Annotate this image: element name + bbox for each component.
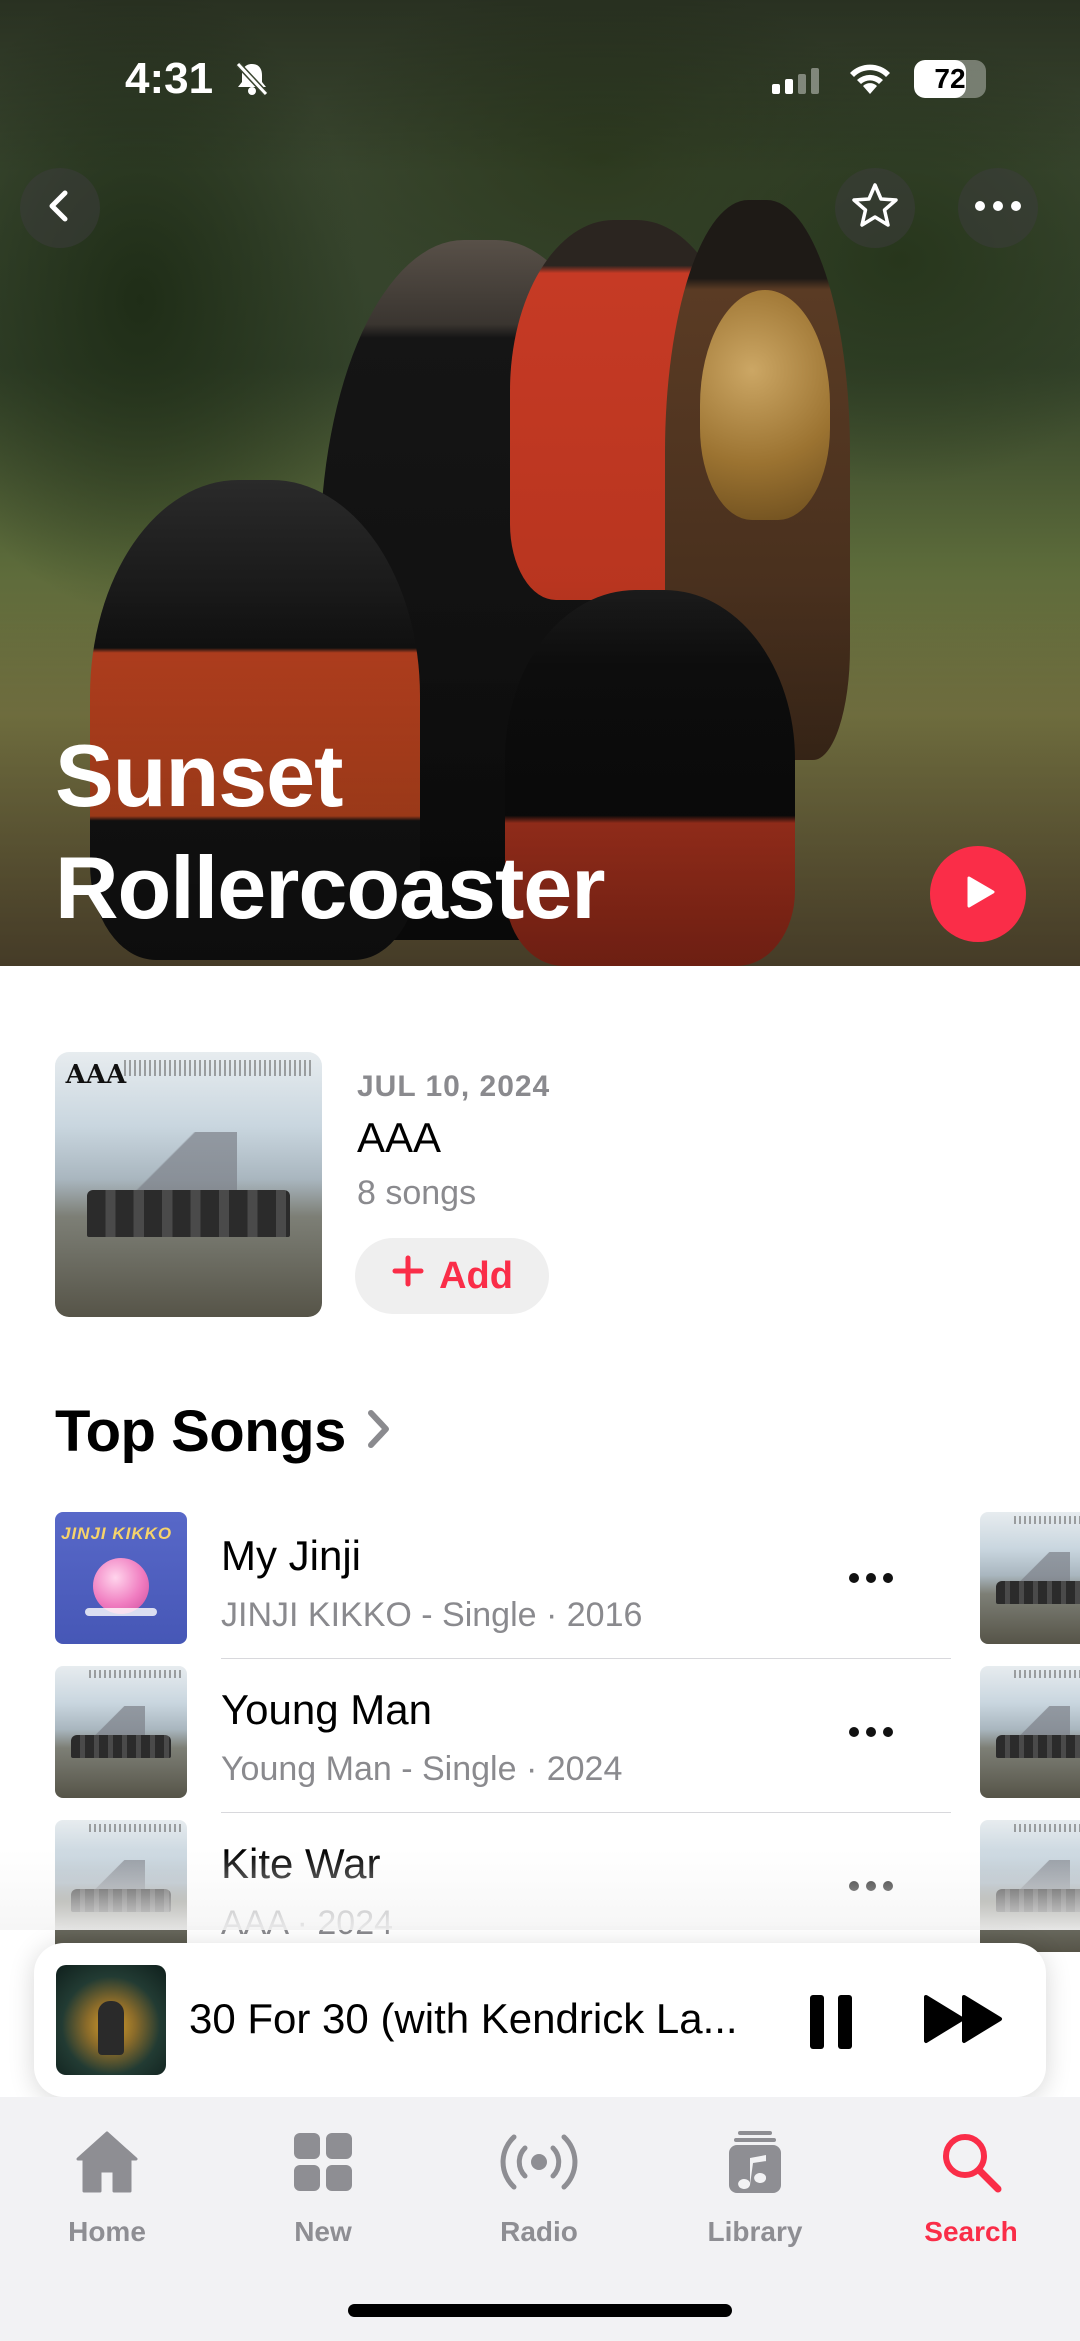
back-button[interactable] [20, 168, 100, 248]
signal-icon [772, 68, 819, 94]
tab-label: Radio [500, 2216, 578, 2247]
album-cover[interactable]: AAA [55, 1052, 322, 1317]
status-time: 4:31 [125, 54, 214, 103]
tab-label: Home [68, 2216, 146, 2247]
tab-search[interactable]: Search [871, 2127, 1071, 2257]
grid-icon [288, 2127, 358, 2202]
radio-waves-icon [494, 2127, 584, 2202]
song-title: My Jinji [221, 1532, 362, 1579]
next-column-artwork[interactable] [980, 1512, 1080, 1644]
tab-home[interactable]: Home [7, 2127, 207, 2257]
latest-release-card[interactable]: AAA JUL 10, 2024 AAA 8 songs Add [55, 1052, 1025, 1317]
song-subtitle: JINJI KIKKO - Single · 2016 [221, 1596, 643, 1634]
next-column-artwork[interactable] [980, 1666, 1080, 1798]
tab-label: Library [707, 2216, 803, 2247]
favorite-button[interactable] [835, 168, 915, 248]
bell-slash-icon [232, 58, 272, 108]
pause-button[interactable] [796, 1987, 866, 2057]
song-artwork [55, 1666, 187, 1798]
star-icon [849, 180, 901, 237]
house-icon [72, 2127, 142, 2202]
release-date: JUL 10, 2024 [357, 1070, 551, 1103]
tab-radio[interactable]: Radio [439, 2127, 639, 2257]
now-playing-bar[interactable]: 30 For 30 (with Kendrick La... [34, 1943, 1046, 2097]
next-track-button[interactable] [914, 1983, 1014, 2059]
song-more-button[interactable] [835, 1702, 907, 1762]
tab-label: New [294, 2216, 352, 2247]
add-label: Add [439, 1254, 513, 1297]
play-icon [958, 872, 998, 917]
artist-name: Sunset Rollercoaster [55, 726, 605, 937]
now-playing-artwork [56, 1965, 166, 2075]
plus-icon [391, 1254, 425, 1298]
artwork-text: JINJI KIKKO [61, 1524, 173, 1543]
scroll-fade [0, 1850, 1080, 1930]
tab-new[interactable]: New [223, 2127, 423, 2257]
section-title: Top Songs [55, 1399, 346, 1464]
song-title: Young Man [221, 1686, 432, 1733]
add-album-button[interactable]: Add [355, 1238, 549, 1314]
pause-icon [810, 1995, 852, 2049]
music-note-stack-icon [720, 2127, 790, 2202]
album-logo: AAA [65, 1059, 127, 1090]
chevron-left-icon [40, 186, 80, 231]
battery-icon: 72 [914, 60, 986, 98]
ellipsis-icon [974, 199, 1022, 217]
release-title[interactable]: AAA [357, 1114, 441, 1162]
song-row[interactable]: JINJI KIKKO My Jinji JINJI KIKKO - Singl… [55, 1512, 951, 1659]
more-options-button[interactable] [958, 168, 1038, 248]
tab-label: Search [924, 2216, 1018, 2247]
battery-percent: 72 [934, 63, 966, 94]
top-songs-header[interactable]: Top Songs [55, 1398, 392, 1465]
row-divider [221, 1658, 951, 1659]
chevron-right-icon [364, 1407, 392, 1456]
song-subtitle: Young Man - Single · 2024 [221, 1750, 623, 1788]
song-row[interactable]: Young Man Young Man - Single · 2024 [55, 1666, 951, 1813]
row-divider [221, 1812, 951, 1813]
release-song-count: 8 songs [357, 1174, 477, 1212]
wifi-icon [845, 58, 895, 103]
now-playing-title: 30 For 30 (with Kendrick La... [189, 1995, 738, 2042]
song-artwork: JINJI KIKKO [55, 1512, 187, 1644]
magnifying-glass-icon [936, 2127, 1006, 2202]
forward-icon [922, 1993, 1006, 2050]
album-artwork: AAA [55, 1052, 322, 1317]
song-more-button[interactable] [835, 1548, 907, 1608]
tab-library[interactable]: Library [655, 2127, 855, 2257]
status-bar: 4:31 72 [0, 48, 1080, 108]
home-indicator [348, 2304, 732, 2317]
play-artist-button[interactable] [930, 846, 1026, 942]
